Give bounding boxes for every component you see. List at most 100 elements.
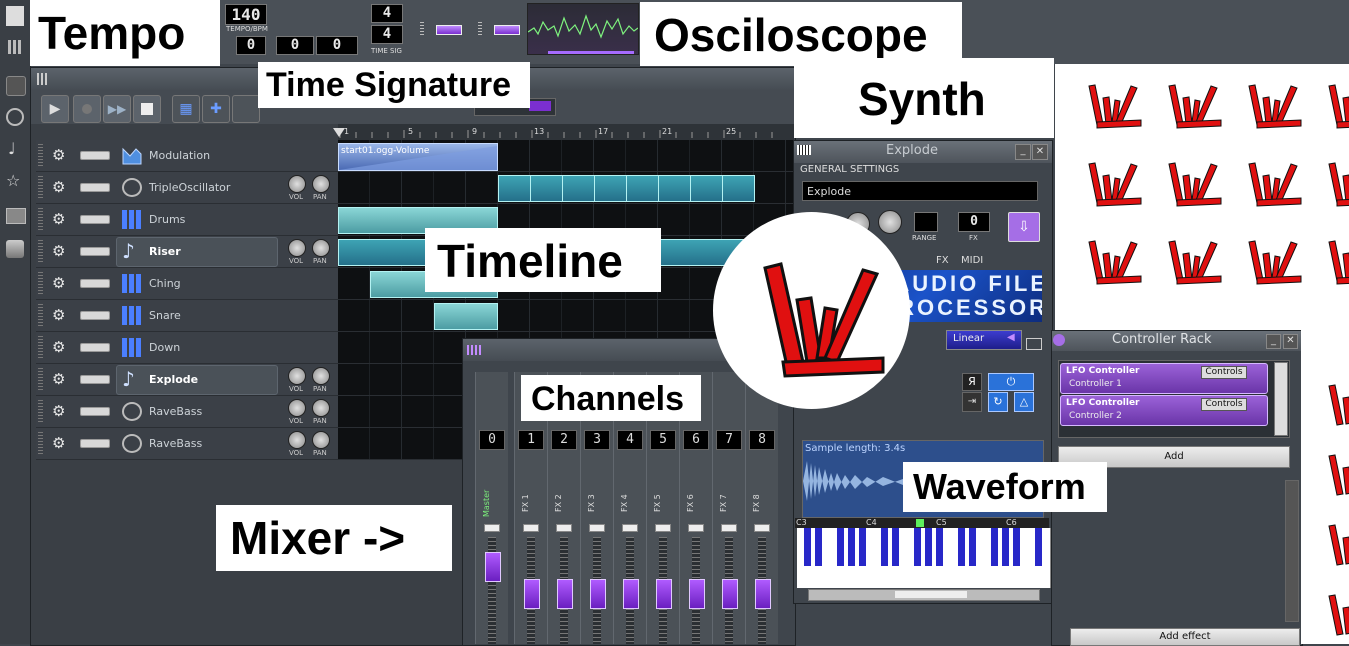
gear-icon[interactable]: ⚙: [52, 211, 65, 227]
tab-fx[interactable]: FX: [936, 255, 949, 266]
controls-button[interactable]: Controls: [1201, 366, 1247, 379]
send-button[interactable]: [622, 524, 638, 532]
track-row[interactable]: ⚙ Ching: [36, 268, 338, 300]
track-row[interactable]: ⚙ RaveBass VOL PAN: [36, 428, 338, 460]
star-icon[interactable]: ☆: [6, 172, 24, 190]
automation-clip[interactable]: start01.ogg-Volume: [338, 143, 498, 171]
mute-toggle[interactable]: [80, 311, 110, 320]
pan-knob[interactable]: [312, 431, 330, 449]
track-grip[interactable]: [38, 208, 43, 230]
tab-midi[interactable]: MIDI: [961, 255, 983, 266]
open-file-icon[interactable]: [1026, 338, 1042, 350]
gear-icon[interactable]: ⚙: [52, 275, 65, 291]
track-grip[interactable]: [38, 272, 43, 294]
pattern-clip[interactable]: [658, 175, 691, 202]
pattern-clip[interactable]: [594, 175, 627, 202]
gear-icon[interactable]: ⚙: [52, 179, 65, 195]
gear-icon[interactable]: ⚙: [52, 371, 65, 387]
volume-knob[interactable]: [288, 431, 306, 449]
volume-knob[interactable]: [288, 399, 306, 417]
controls-button[interactable]: Controls: [1201, 398, 1247, 411]
track-grip[interactable]: [38, 176, 43, 198]
piano-black-key[interactable]: [914, 528, 921, 566]
add-automation-track-button[interactable]: [232, 95, 260, 123]
instrument-name-input[interactable]: Explode: [802, 181, 1038, 201]
pan-knob[interactable]: [312, 239, 330, 257]
mixer-channel[interactable]: 7 FX 7: [712, 372, 745, 644]
playhead-marker[interactable]: [333, 128, 345, 137]
record-play-button[interactable]: ▶▶: [103, 95, 131, 123]
mute-toggle[interactable]: [80, 247, 110, 256]
piano-black-key[interactable]: [1013, 528, 1020, 566]
track-row[interactable]: ⚙ RaveBass VOL PAN: [36, 396, 338, 428]
interpolation-select[interactable]: Linear ◀: [946, 330, 1022, 350]
volume-knob[interactable]: [288, 367, 306, 385]
tempo-display[interactable]: 140: [225, 4, 267, 25]
gear-icon[interactable]: ⚙: [52, 243, 65, 259]
piano-scrollbar[interactable]: [808, 589, 1040, 601]
piano-black-key[interactable]: [892, 528, 899, 566]
fader-knob[interactable]: [689, 579, 705, 609]
fader-knob[interactable]: [557, 579, 573, 609]
pattern-clip[interactable]: [530, 175, 563, 202]
volume-knob[interactable]: [288, 175, 306, 193]
fader-knob[interactable]: [623, 579, 639, 609]
piano-black-key[interactable]: [848, 528, 855, 566]
gear-icon[interactable]: ⚙: [52, 403, 65, 419]
fx-channel-display[interactable]: 0: [958, 212, 990, 232]
timeline-ruler[interactable]: 1 5 9 13 17 21 25: [338, 124, 794, 141]
range-display[interactable]: [914, 212, 938, 232]
send-button[interactable]: [688, 524, 704, 532]
mute-toggle[interactable]: [80, 279, 110, 288]
pan-knob[interactable]: [312, 175, 330, 193]
mute-toggle[interactable]: [80, 183, 110, 192]
track-grip[interactable]: [38, 432, 43, 454]
add-pattern-track-button[interactable]: ▦: [172, 95, 200, 123]
master-pitch-slider[interactable]: [478, 22, 520, 36]
mixer-channel-master[interactable]: 0 Master: [475, 372, 508, 644]
piano-scroll-thumb[interactable]: [895, 591, 967, 598]
piano-black-key[interactable]: [837, 528, 844, 566]
send-button[interactable]: [589, 524, 605, 532]
track-grip[interactable]: [38, 240, 43, 262]
track-grip[interactable]: [38, 400, 43, 422]
send-button[interactable]: [556, 524, 572, 532]
send-button[interactable]: [655, 524, 671, 532]
mute-toggle[interactable]: [80, 215, 110, 224]
send-button[interactable]: [484, 524, 500, 532]
track-grip[interactable]: [38, 304, 43, 326]
pan-knob[interactable]: [312, 399, 330, 417]
track-row[interactable]: ⚙ ♪ Riser VOL PAN: [36, 236, 338, 268]
close-button[interactable]: ✕: [1032, 144, 1048, 160]
mute-toggle[interactable]: [80, 407, 110, 416]
grid-icon[interactable]: [8, 40, 22, 54]
new-project-icon[interactable]: [6, 6, 24, 26]
fader-knob[interactable]: [485, 552, 501, 582]
mixer-channel[interactable]: 8 FX 8: [745, 372, 778, 644]
save-preset-button[interactable]: ⇩: [1008, 212, 1040, 242]
rack-minimize-button[interactable]: _: [1266, 334, 1281, 349]
effects-panel-scrollbar[interactable]: [1285, 480, 1299, 622]
pan-knob[interactable]: [312, 367, 330, 385]
track-row[interactable]: ⚙ Drums: [36, 204, 338, 236]
fader-knob[interactable]: [590, 579, 606, 609]
gear-icon[interactable]: ⚙: [52, 339, 65, 355]
song-editor-menu-icon[interactable]: [37, 73, 49, 85]
fader-knob[interactable]: [656, 579, 672, 609]
track-grip[interactable]: [38, 144, 43, 166]
pattern-clip[interactable]: [498, 175, 531, 202]
record-button[interactable]: [73, 95, 101, 123]
time-sig-denominator[interactable]: 4: [371, 25, 403, 44]
note-icon[interactable]: ♩: [8, 140, 22, 158]
loop-on-button[interactable]: ↻: [988, 392, 1008, 412]
send-button[interactable]: [754, 524, 770, 532]
mute-toggle[interactable]: [80, 375, 110, 384]
minimize-button[interactable]: _: [1015, 144, 1031, 160]
volume-knob[interactable]: [288, 239, 306, 257]
fader-knob[interactable]: [755, 579, 771, 609]
add-sample-track-button[interactable]: ✚: [202, 95, 230, 123]
send-button[interactable]: [523, 524, 539, 532]
gear-icon[interactable]: ⚙: [52, 435, 65, 451]
controller-item[interactable]: LFO Controller Controller 1 Controls: [1060, 363, 1268, 394]
zoom-knob[interactable]: [529, 101, 551, 111]
